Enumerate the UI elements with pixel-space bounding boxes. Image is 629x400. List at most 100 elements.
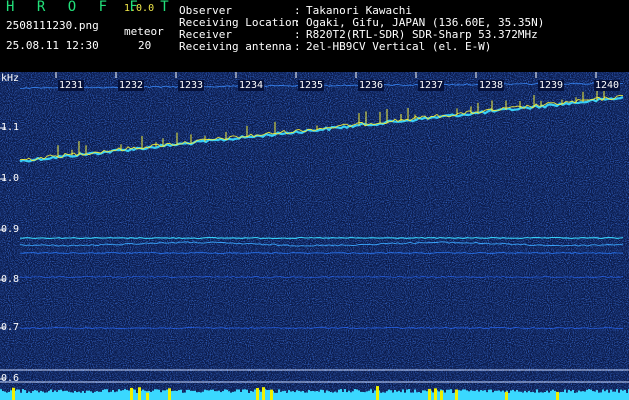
activity-column bbox=[282, 391, 284, 394]
activity-column bbox=[16, 389, 18, 394]
activity-column bbox=[500, 391, 502, 394]
activity-column bbox=[232, 391, 234, 394]
activity-column bbox=[236, 389, 238, 394]
activity-column bbox=[550, 390, 552, 394]
activity-column bbox=[352, 391, 354, 394]
activity-column bbox=[502, 390, 504, 394]
activity-column bbox=[422, 390, 424, 394]
activity-column bbox=[474, 391, 476, 394]
activity-column bbox=[512, 389, 514, 394]
activity-column bbox=[612, 391, 614, 394]
activity-column bbox=[250, 390, 252, 394]
activity-column bbox=[458, 390, 460, 394]
date-time: 25.08.11 12:30 bbox=[6, 39, 99, 52]
activity-column bbox=[120, 390, 122, 394]
activity-column bbox=[446, 389, 448, 394]
activity-column bbox=[542, 392, 544, 394]
time-label: 1236 bbox=[358, 80, 385, 91]
meteor-spike bbox=[262, 387, 265, 400]
activity-column bbox=[392, 392, 394, 394]
activity-column bbox=[196, 392, 198, 394]
activity-column bbox=[278, 389, 280, 394]
activity-column bbox=[210, 389, 212, 394]
activity-column bbox=[476, 389, 478, 394]
activity-column bbox=[606, 389, 608, 394]
activity-column bbox=[152, 390, 154, 394]
activity-column bbox=[86, 390, 88, 394]
activity-column bbox=[158, 389, 160, 394]
activity-column bbox=[40, 390, 42, 394]
activity-column bbox=[142, 389, 144, 394]
activity-column bbox=[622, 390, 624, 394]
activity-column bbox=[286, 392, 288, 394]
activity-column bbox=[122, 390, 124, 394]
activity-column bbox=[338, 389, 340, 394]
activity-column bbox=[332, 392, 334, 394]
activity-column bbox=[160, 392, 162, 394]
header-panel: H R O F F T 1.0.0 2508111230.png 25.08.1… bbox=[0, 0, 629, 72]
time-label: 1234 bbox=[238, 80, 265, 91]
activity-column bbox=[368, 390, 370, 394]
activity-column bbox=[294, 392, 296, 394]
activity-column bbox=[68, 391, 70, 394]
activity-column bbox=[62, 391, 64, 394]
activity-column bbox=[136, 392, 138, 394]
activity-column bbox=[590, 389, 592, 394]
activity-column bbox=[580, 391, 582, 394]
time-label: 1233 bbox=[178, 80, 205, 91]
spectrogram-canvas bbox=[0, 72, 629, 400]
activity-column bbox=[72, 392, 74, 394]
app-version: 1.0.0 bbox=[124, 3, 155, 14]
activity-column bbox=[88, 390, 90, 394]
activity-column bbox=[426, 391, 428, 394]
activity-column bbox=[102, 389, 104, 394]
activity-column bbox=[302, 390, 304, 394]
activity-column bbox=[472, 390, 474, 394]
activity-column bbox=[314, 391, 316, 394]
activity-column bbox=[536, 389, 538, 394]
activity-column bbox=[588, 389, 590, 394]
activity-column bbox=[204, 389, 206, 394]
activity-column bbox=[470, 390, 472, 394]
activity-column bbox=[336, 392, 338, 394]
activity-column bbox=[114, 392, 116, 394]
activity-column bbox=[50, 389, 52, 394]
activity-column bbox=[274, 392, 276, 394]
activity-column bbox=[192, 390, 194, 394]
activity-column bbox=[356, 389, 358, 394]
activity-column bbox=[522, 392, 524, 394]
activity-column bbox=[116, 391, 118, 394]
activity-column bbox=[226, 389, 228, 394]
activity-column bbox=[534, 392, 536, 394]
activity-column bbox=[486, 392, 488, 394]
activity-column bbox=[584, 391, 586, 394]
meteor-spike bbox=[168, 388, 171, 400]
activity-column bbox=[404, 392, 406, 394]
activity-column bbox=[516, 389, 518, 394]
activity-column bbox=[104, 389, 106, 394]
activity-column bbox=[184, 392, 186, 394]
activity-column bbox=[570, 391, 572, 394]
activity-column bbox=[412, 392, 414, 394]
activity-column bbox=[22, 389, 24, 394]
activity-column bbox=[220, 392, 222, 394]
activity-column bbox=[320, 389, 322, 394]
meteor-spike bbox=[556, 391, 559, 400]
activity-column bbox=[296, 390, 298, 394]
activity-column bbox=[328, 391, 330, 394]
activity-column bbox=[182, 392, 184, 394]
activity-column bbox=[300, 391, 302, 394]
activity-column bbox=[280, 391, 282, 394]
activity-column bbox=[582, 391, 584, 394]
activity-column bbox=[520, 391, 522, 394]
activity-column bbox=[324, 392, 326, 394]
activity-column bbox=[554, 390, 556, 394]
activity-column bbox=[626, 392, 628, 394]
activity-column bbox=[144, 390, 146, 394]
activity-column bbox=[90, 391, 92, 394]
activity-column bbox=[594, 391, 596, 394]
activity-column bbox=[162, 390, 164, 394]
activity-column bbox=[48, 391, 50, 394]
activity-column bbox=[526, 392, 528, 394]
activity-column bbox=[508, 392, 510, 394]
